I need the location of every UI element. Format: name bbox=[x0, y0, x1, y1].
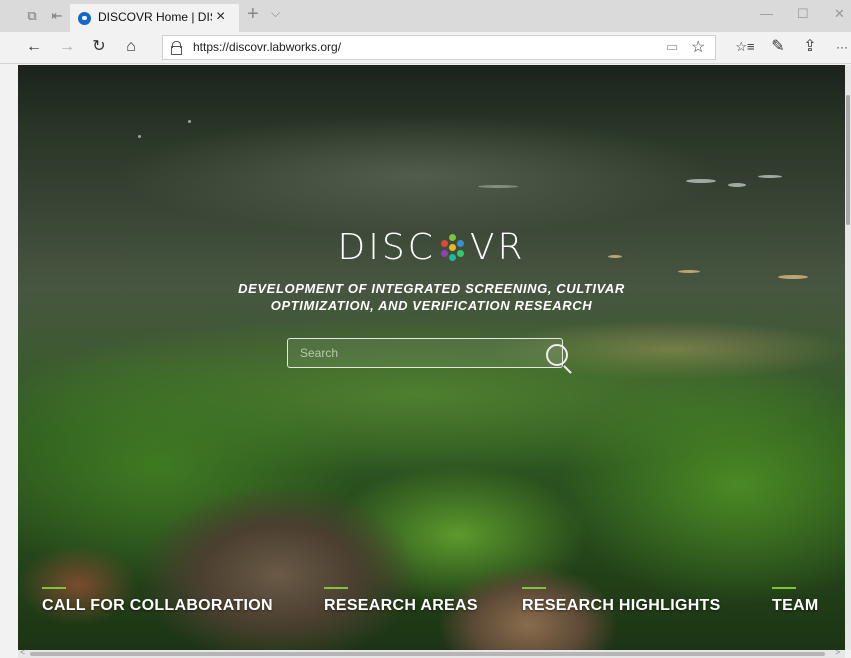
light-sparkle bbox=[728, 183, 746, 187]
vertical-scroll-thumb[interactable] bbox=[846, 95, 850, 225]
scroll-right-arrow[interactable]: > bbox=[835, 647, 840, 657]
minimize-button[interactable]: — bbox=[760, 6, 773, 21]
nav-team[interactable]: TEAM bbox=[772, 587, 819, 615]
light-sparkle bbox=[678, 270, 700, 273]
molecule-logo-icon bbox=[438, 232, 468, 262]
tab-strip: ⧉ ⇤ DISCOVR Home | DISCOVR × + ⌵ — ☐ ✕ bbox=[0, 0, 851, 32]
tab-preview-chevron-icon[interactable]: ⌵ bbox=[271, 6, 280, 21]
scroll-left-arrow[interactable]: < bbox=[20, 647, 25, 657]
nav-research-highlights[interactable]: RESEARCH HIGHLIGHTS bbox=[522, 587, 721, 615]
refresh-button[interactable]: ↻ bbox=[89, 37, 109, 57]
back-button[interactable]: ← bbox=[24, 37, 44, 57]
add-favorite-star-icon[interactable]: ☆ bbox=[691, 37, 705, 57]
close-window-button[interactable]: ✕ bbox=[834, 6, 845, 22]
section-nav: CALL FOR COLLABORATION RESEARCH AREAS RE… bbox=[18, 587, 845, 627]
show-aside-tabs-icon[interactable]: ⇤ bbox=[48, 8, 66, 24]
maximize-button[interactable]: ☐ bbox=[797, 6, 809, 22]
tagline-line-2: OPTIMIZATION, AND VERIFICATION RESEARCH bbox=[270, 298, 593, 313]
more-menu-icon[interactable]: ··· bbox=[832, 37, 851, 57]
share-icon[interactable]: ⇪ bbox=[800, 37, 820, 57]
lock-icon bbox=[171, 41, 182, 55]
address-bar[interactable]: https://discovr.labworks.org/ ▭ ☆ bbox=[162, 35, 716, 60]
accent-bar bbox=[522, 587, 546, 589]
nav-label: RESEARCH HIGHLIGHTS bbox=[522, 597, 721, 614]
page-viewport: DISC VR DEVELOPMENT OF INTEGRATED SCREEN… bbox=[18, 65, 845, 650]
new-tab-button[interactable]: + bbox=[247, 3, 259, 26]
forward-button[interactable]: → bbox=[57, 37, 77, 57]
reading-view-icon[interactable]: ▭ bbox=[666, 39, 678, 55]
site-logo[interactable]: DISC VR bbox=[18, 227, 845, 268]
address-url[interactable]: https://discovr.labworks.org/ bbox=[193, 40, 341, 54]
horizontal-scroll-thumb[interactable] bbox=[30, 652, 825, 656]
window-left-edge bbox=[0, 65, 18, 658]
close-tab-icon[interactable]: × bbox=[216, 8, 225, 26]
vertical-scrollbar[interactable] bbox=[845, 65, 851, 650]
logo-text-right: VR bbox=[469, 227, 526, 268]
site-search-input[interactable]: Search bbox=[287, 338, 568, 368]
nav-label: CALL FOR COLLABORATION bbox=[42, 597, 273, 614]
site-tagline: DEVELOPMENT OF INTEGRATED SCREENING, CUL… bbox=[18, 280, 845, 314]
light-sparkle bbox=[188, 120, 191, 123]
edge-favicon-icon bbox=[78, 12, 91, 25]
nav-label: RESEARCH AREAS bbox=[324, 597, 478, 614]
nav-research-areas[interactable]: RESEARCH AREAS bbox=[324, 587, 478, 615]
nav-label: TEAM bbox=[772, 597, 819, 614]
light-sparkle bbox=[478, 185, 518, 188]
navigation-bar: ← → ↻ ⌂ https://discovr.labworks.org/ ▭ … bbox=[0, 32, 851, 64]
logo-dot bbox=[448, 254, 456, 261]
logo-dot bbox=[440, 250, 448, 257]
light-sparkle bbox=[138, 135, 141, 138]
logo-dot bbox=[448, 244, 456, 251]
accent-bar bbox=[42, 587, 66, 589]
home-button[interactable]: ⌂ bbox=[121, 37, 141, 57]
nav-call-for-collaboration[interactable]: CALL FOR COLLABORATION bbox=[42, 587, 273, 615]
accent-bar bbox=[324, 587, 348, 589]
logo-dot bbox=[456, 240, 464, 247]
horizontal-scrollbar[interactable]: < > bbox=[18, 647, 845, 658]
logo-text-left: DISC bbox=[337, 227, 436, 268]
active-tab[interactable]: DISCOVR Home | DISCOVR × bbox=[70, 4, 239, 32]
accent-bar bbox=[772, 587, 796, 589]
logo-dot bbox=[440, 240, 448, 247]
search-placeholder: Search bbox=[300, 346, 339, 360]
tagline-line-1: DEVELOPMENT OF INTEGRATED SCREENING, CUL… bbox=[238, 281, 625, 296]
tab-title: DISCOVR Home | DISCOVR bbox=[98, 10, 212, 24]
light-sparkle bbox=[778, 275, 808, 279]
favorites-hub-icon[interactable]: ☆≡ bbox=[735, 37, 755, 57]
light-sparkle bbox=[686, 179, 716, 183]
add-notes-icon[interactable]: ✎ bbox=[768, 37, 788, 57]
set-aside-tabs-icon[interactable]: ⧉ bbox=[23, 8, 41, 24]
logo-dot bbox=[456, 250, 464, 257]
light-sparkle bbox=[758, 175, 782, 178]
logo-dot bbox=[448, 234, 456, 241]
search-icon[interactable] bbox=[546, 344, 568, 366]
